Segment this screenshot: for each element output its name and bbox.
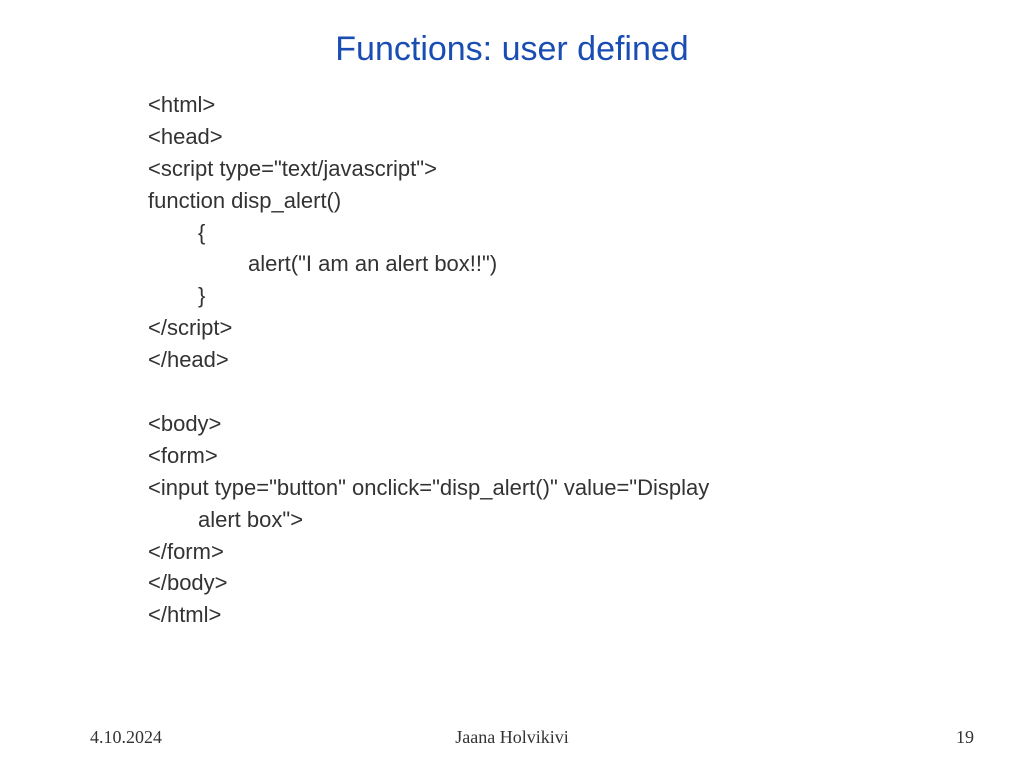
slide: Functions: user defined <html> <head> <s… [0,0,1024,768]
code-line: alert("I am an alert box!!") [148,248,924,280]
blank-line [148,376,924,408]
code-line: </body> [148,567,924,599]
footer-date: 4.10.2024 [90,727,162,748]
footer-author: Jaana Holvikivi [455,727,568,748]
code-line: </head> [148,344,924,376]
code-line: { [148,217,924,249]
code-line: <script type="text/javascript"> [148,153,924,185]
footer-page-number: 19 [956,727,974,748]
code-line: <html> [148,89,924,121]
code-line: function disp_alert() [148,185,924,217]
code-line: </html> [148,599,924,631]
code-line: } [148,280,924,312]
code-line: <head> [148,121,924,153]
code-line: alert box"> [148,504,924,536]
code-line: </script> [148,312,924,344]
code-line: <form> [148,440,924,472]
code-line: </form> [148,536,924,568]
code-line: <body> [148,408,924,440]
slide-title: Functions: user defined [0,30,1024,69]
code-block: <html> <head> <script type="text/javascr… [0,89,1024,631]
code-line: <input type="button" onclick="disp_alert… [148,472,924,504]
